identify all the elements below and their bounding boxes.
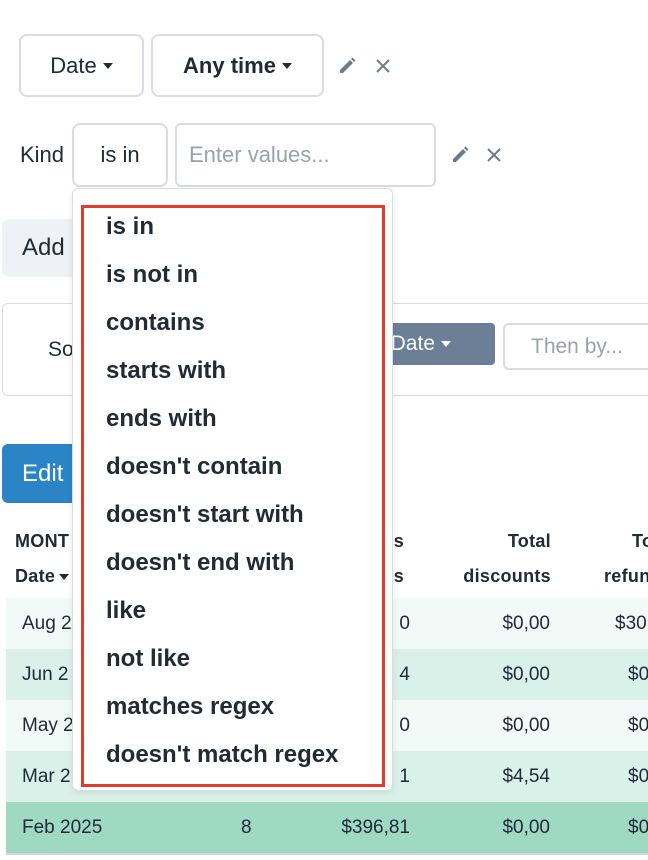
operator-option[interactable]: is in — [106, 203, 154, 251]
operator-option[interactable]: starts with — [106, 347, 226, 395]
caret-down-icon — [281, 62, 292, 69]
refunds-cell: $0 — [628, 765, 648, 787]
operator-option[interactable]: doesn't end with — [106, 539, 294, 587]
refunds-cell: $0 — [628, 816, 648, 838]
month-cell: May 2 — [22, 714, 74, 736]
add-filter-label: Add — [22, 234, 65, 261]
close-icon[interactable] — [482, 143, 506, 167]
discounts-cell: $0,00 — [502, 612, 550, 634]
total-discounts-header-line1: Total — [507, 531, 551, 551]
caret-down-icon — [59, 573, 70, 580]
discounts-cell: $0,00 — [502, 714, 550, 736]
total-refunds-header-line2: refun — [604, 566, 648, 586]
month-header-line1: MONT — [15, 531, 70, 551]
values-placeholder: Enter values... — [189, 142, 330, 167]
time-range-button[interactable]: Any time — [151, 34, 324, 97]
date-field-button[interactable]: Date — [19, 34, 144, 97]
month-cell: Jun 2 — [22, 663, 69, 685]
month-header-sort[interactable]: Date — [15, 566, 70, 587]
table-bottom-border — [6, 853, 648, 855]
sales-cell: $396,81 — [341, 816, 410, 838]
edit-button-label: Edit — [22, 459, 64, 487]
operator-option[interactable]: doesn't start with — [106, 491, 304, 539]
pencil-icon[interactable] — [448, 143, 472, 167]
total-refunds-header-line1: To — [632, 531, 648, 551]
then-by-select[interactable]: Then by... — [503, 323, 648, 370]
refunds-cell: $0 — [628, 714, 648, 736]
operator-option[interactable]: ends with — [106, 395, 217, 443]
refunds-cell: $0 — [628, 663, 648, 685]
sort-field-label: Date — [390, 332, 435, 355]
discounts-cell: $0,00 — [502, 663, 550, 685]
operator-option[interactable]: like — [106, 587, 146, 635]
month-cell: Aug 2 — [22, 612, 72, 634]
month-cell: Mar 2 — [22, 765, 71, 787]
operator-option[interactable]: not like — [106, 635, 190, 683]
time-range-label: Any time — [183, 52, 276, 78]
sort-label: So — [48, 338, 74, 361]
month-header-line2: Date — [15, 566, 56, 586]
values-input[interactable]: Enter values... — [175, 123, 436, 187]
then-by-placeholder: Then by... — [531, 334, 623, 358]
discounts-cell: $4,54 — [502, 765, 550, 787]
kind-label: Kind — [20, 142, 65, 167]
total-discounts-header-line2: discounts — [463, 566, 551, 586]
orders-cell: 8 — [241, 816, 252, 838]
caret-down-icon — [102, 62, 113, 69]
date-field-label: Date — [50, 52, 97, 78]
caret-down-icon — [441, 341, 451, 347]
close-icon[interactable] — [371, 54, 395, 78]
operator-option[interactable]: doesn't match regex — [106, 731, 338, 779]
operator-label: is in — [100, 142, 140, 167]
refunds-cell: $30 — [615, 612, 647, 634]
pencil-icon[interactable] — [335, 54, 359, 78]
table-row: Feb 2025 8 $396,81 $0,00 $0 — [6, 802, 648, 853]
month-cell: Feb 2025 — [22, 816, 103, 838]
operator-option[interactable]: doesn't contain — [106, 443, 282, 491]
discounts-cell: $0,00 — [502, 816, 550, 838]
operator-select[interactable]: is in — [72, 123, 168, 187]
operator-option[interactable]: contains — [106, 299, 205, 347]
operator-option[interactable]: is not in — [106, 251, 198, 299]
operator-option[interactable]: matches regex — [106, 683, 274, 731]
